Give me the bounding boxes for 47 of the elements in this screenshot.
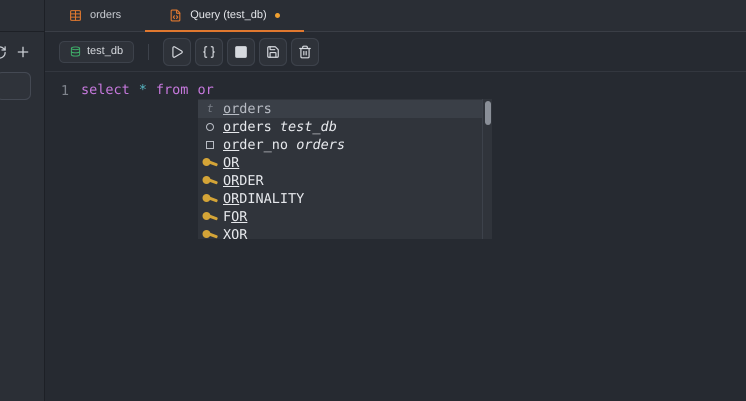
code-token: or [197,80,214,100]
run-icon [170,44,184,58]
save-button[interactable] [259,38,288,66]
suggestion-item[interactable]: t orders [198,100,482,118]
suggestion-label: ORDER [223,172,264,191]
stop-button[interactable] [227,38,256,66]
key-icon [202,211,218,223]
scrollbar-thumb[interactable] [484,101,490,125]
suggestion-item[interactable]: XOR [198,226,482,239]
suggestion-label: orders [223,100,272,119]
save-icon [266,44,280,58]
suggestion-item[interactable]: orders test_db [198,118,482,136]
code-token: from [156,80,188,100]
code-token: select [81,80,130,100]
delete-icon [298,44,312,58]
stop-icon [234,44,248,58]
suggestion-item[interactable]: ORDINALITY [198,190,482,208]
suggestion-label: order_no orders [223,136,345,155]
key-icon [202,175,218,187]
key-icon [202,193,218,205]
add-icon[interactable] [15,44,31,60]
suggestion-label: FOR [223,208,248,227]
suggestion-label: XOR [223,226,248,239]
suggestion-label: ORDINALITY [223,190,304,209]
suggestion-item[interactable]: order_no orders [198,136,482,154]
search-field[interactable] [0,72,31,100]
suggestion-item[interactable]: OR [198,154,482,172]
database-icon [70,46,81,57]
suggestion-label: OR [223,154,240,173]
delete-button[interactable] [291,38,320,66]
braces-icon [202,44,216,58]
file-code-icon [169,8,182,22]
key-icon [202,157,218,169]
key-icon [202,229,218,239]
table-icon [69,8,82,22]
suggestion-item[interactable]: FOR [198,208,482,226]
suggestion-label: orders test_db [223,118,337,137]
table-icon: t [202,100,218,118]
suggestion-item[interactable]: ORDER [198,172,482,190]
format-button[interactable] [195,38,224,66]
tab[interactable]: orders [45,0,146,32]
database-selector[interactable]: test_db [59,40,134,62]
square-icon [206,141,214,149]
tab[interactable]: Query (test_db) [145,0,304,32]
code-token: * [138,80,147,100]
line-number: 1 [60,83,69,99]
run-button[interactable] [163,38,192,66]
